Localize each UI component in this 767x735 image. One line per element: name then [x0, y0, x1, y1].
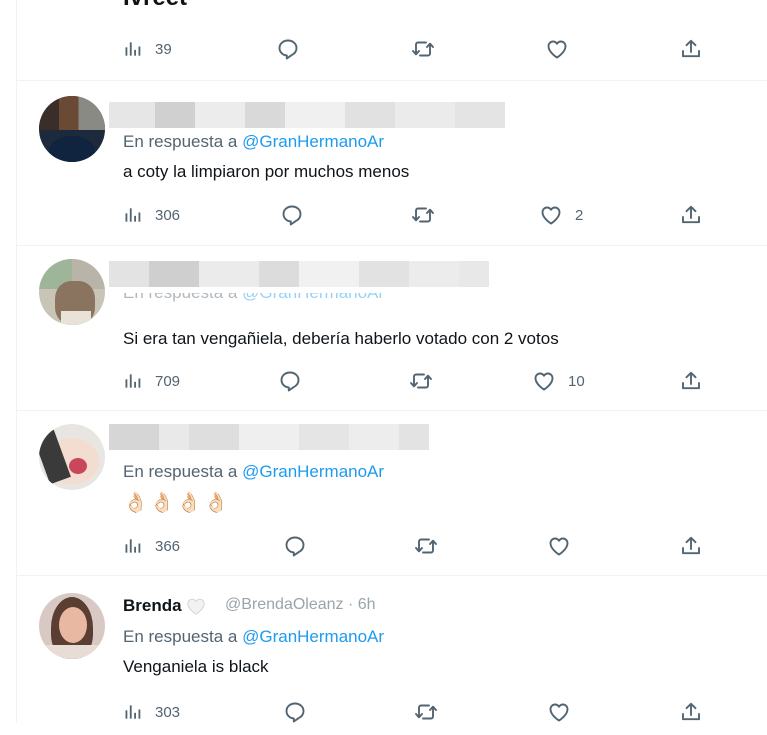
- avatar[interactable]: [39, 593, 105, 659]
- mention-link[interactable]: @GranHermanoAr: [242, 293, 384, 302]
- heart-icon: [539, 203, 563, 227]
- reply-icon: [280, 203, 304, 227]
- reply-icon: [283, 534, 307, 558]
- reply-prefix: En respuesta a: [123, 462, 238, 481]
- views-icon: [123, 536, 143, 556]
- tweet-text: Venganiela is black: [123, 657, 269, 676]
- reply-context: En respuesta a @GranHermanoAr: [123, 293, 384, 305]
- blurred-username: [109, 261, 489, 287]
- retweet-button[interactable]: [414, 533, 438, 559]
- retweet-button[interactable]: [414, 699, 438, 725]
- action-bar: 39: [17, 36, 767, 62]
- reply-button[interactable]: [276, 36, 300, 62]
- views-icon: [123, 702, 143, 722]
- share-icon: [679, 369, 703, 393]
- heart-icon: [547, 534, 571, 558]
- tweet-text: Si era tan vengañiela, debería haberlo v…: [123, 329, 559, 348]
- retweet-icon: [409, 369, 433, 393]
- views-count: 366: [155, 537, 181, 555]
- mention-link[interactable]: @GranHermanoAr: [242, 462, 384, 481]
- share-icon: [679, 534, 703, 558]
- reply-prefix: En respuesta a: [123, 293, 237, 302]
- action-bar: 709 10: [17, 368, 767, 394]
- blurred-username: [109, 102, 505, 128]
- share-icon: [679, 37, 703, 61]
- reply-context: En respuesta a @GranHermanoAr: [123, 462, 384, 482]
- display-name-text: Brenda: [123, 596, 182, 615]
- reply-button[interactable]: [278, 368, 302, 394]
- white-heart-icon: [186, 598, 205, 615]
- heart-icon: [545, 37, 569, 61]
- share-button[interactable]: [679, 202, 703, 228]
- share-icon: [679, 203, 703, 227]
- views-count: 303: [155, 703, 181, 721]
- retweet-icon: [411, 203, 435, 227]
- retweet-button[interactable]: [411, 202, 435, 228]
- retweet-button[interactable]: [411, 36, 435, 62]
- share-button[interactable]: [679, 533, 703, 559]
- share-button[interactable]: [679, 36, 703, 62]
- action-bar: 306 2: [17, 202, 767, 228]
- like-count: 10: [568, 372, 585, 390]
- share-button[interactable]: [679, 699, 703, 725]
- reply-icon: [278, 369, 302, 393]
- share-icon: [679, 700, 703, 724]
- like-button[interactable]: [547, 699, 571, 725]
- tweet-top[interactable]: Ivreet 39: [17, 0, 767, 81]
- blurred-username: [109, 424, 429, 450]
- heart-icon: [532, 369, 556, 393]
- like-button[interactable]: [547, 533, 571, 559]
- reply-context: En respuesta a @GranHermanoAr: [123, 132, 384, 152]
- action-bar: 366: [17, 533, 767, 559]
- reply-button[interactable]: [280, 202, 304, 228]
- tweet[interactable]: Brenda @BrendaOleanz · 6h En respuesta a…: [17, 575, 767, 735]
- like-button[interactable]: 10: [532, 368, 585, 394]
- views-count: 39: [155, 40, 172, 58]
- views-button[interactable]: 39: [123, 36, 172, 62]
- tweet[interactable]: En respuesta a @GranHermanoAr 👌🏻👌🏻👌🏻👌🏻 3…: [17, 410, 767, 576]
- views-icon: [123, 371, 143, 391]
- tweet-text: a coty la limpiaron por muchos menos: [123, 162, 410, 181]
- views-button[interactable]: 306: [123, 202, 180, 228]
- timeline: Ivreet 39 En respuesta a @GranHermanoAr …: [16, 0, 767, 723]
- reply-button[interactable]: [283, 699, 307, 725]
- reply-context: En respuesta a @GranHermanoAr: [123, 627, 384, 647]
- views-button[interactable]: 709: [123, 368, 180, 394]
- reply-prefix: En respuesta a: [123, 132, 238, 151]
- tweet-text: 👌🏻👌🏻👌🏻👌🏻: [123, 492, 231, 514]
- like-button[interactable]: 2: [539, 202, 583, 228]
- mention-link[interactable]: @GranHermanoAr: [242, 132, 384, 151]
- reply-icon: [276, 37, 300, 61]
- action-bar: 303: [17, 699, 767, 725]
- reply-prefix: En respuesta a: [123, 627, 238, 646]
- views-button[interactable]: 366: [123, 533, 180, 559]
- like-count: 2: [575, 206, 584, 224]
- avatar[interactable]: [39, 259, 105, 325]
- reply-button[interactable]: [283, 533, 307, 559]
- display-name[interactable]: Brenda: [123, 596, 206, 616]
- avatar[interactable]: [39, 96, 105, 162]
- tweet[interactable]: En respuesta a @GranHermanoAr a coty la …: [17, 80, 767, 246]
- username-handle[interactable]: @BrendaOleanz · 6h: [225, 596, 376, 614]
- retweet-icon: [414, 700, 438, 724]
- views-icon: [123, 205, 143, 225]
- tweet[interactable]: En respuesta a @GranHermanoAr Si era tan…: [17, 245, 767, 411]
- views-button[interactable]: 303: [123, 699, 180, 725]
- top-tweet-title: Ivreet: [123, 0, 187, 12]
- share-button[interactable]: [679, 368, 703, 394]
- heart-icon: [547, 700, 571, 724]
- like-button[interactable]: [545, 36, 569, 62]
- views-count: 709: [155, 372, 181, 390]
- views-count: 306: [155, 206, 181, 224]
- retweet-button[interactable]: [409, 368, 433, 394]
- mention-link[interactable]: @GranHermanoAr: [242, 627, 384, 646]
- retweet-icon: [414, 534, 438, 558]
- avatar[interactable]: [39, 424, 105, 490]
- retweet-icon: [411, 37, 435, 61]
- reply-icon: [283, 700, 307, 724]
- views-icon: [123, 39, 143, 59]
